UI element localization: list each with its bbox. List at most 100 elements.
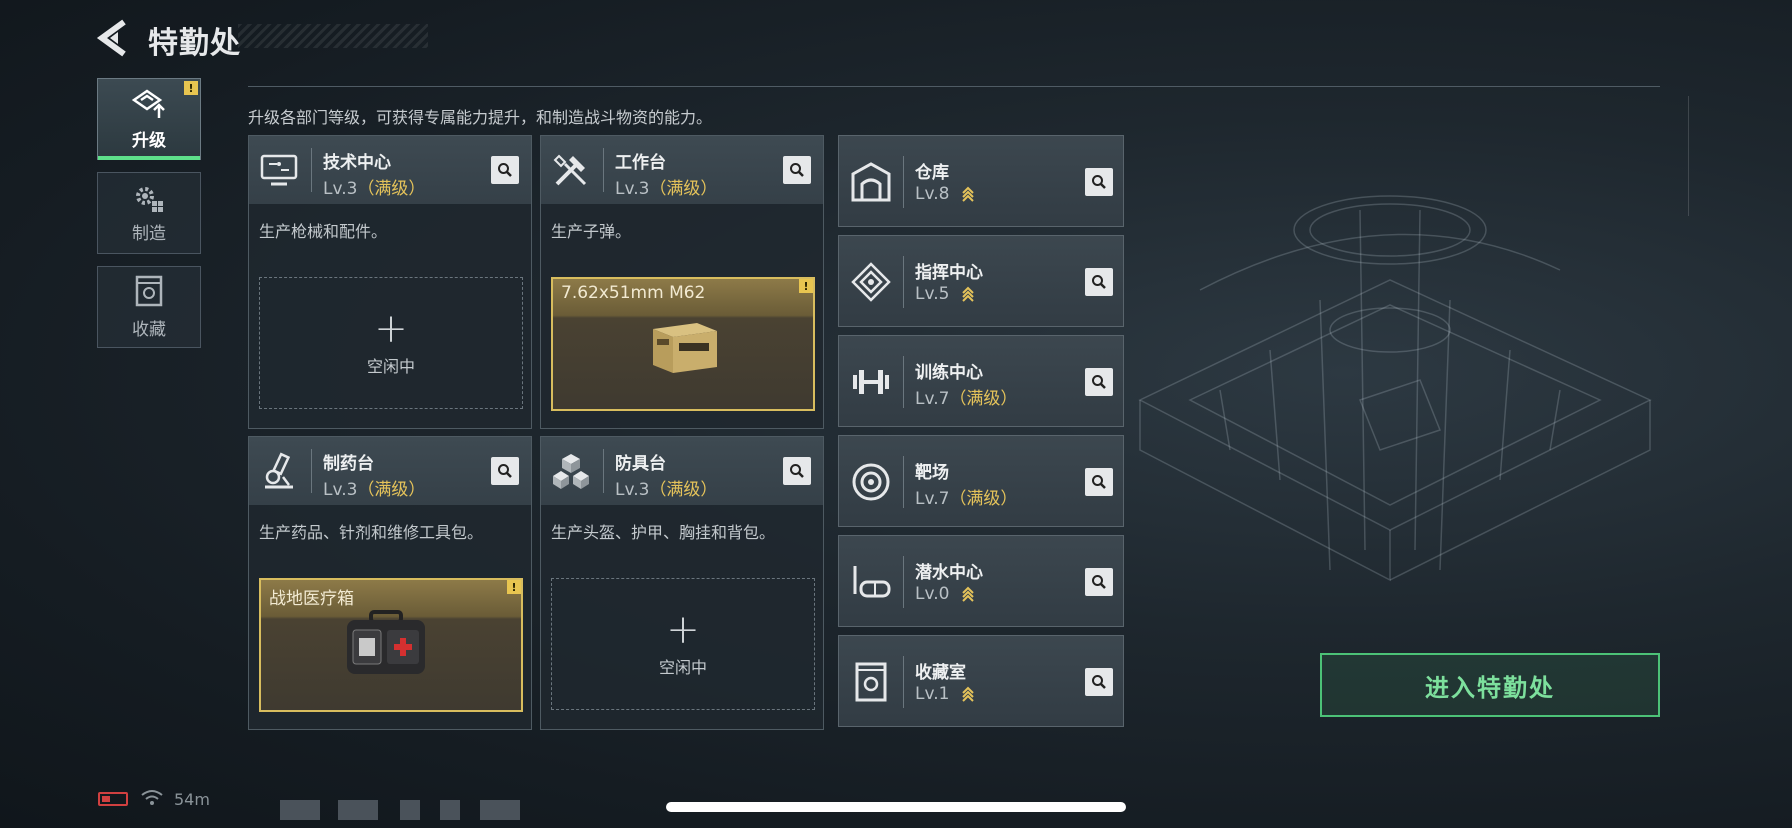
page-description: 升级各部门等级，可获得专属能力提升，和制造战斗物资的能力。 [248,108,713,127]
card-header: 防具台 Lv.3（满级） [541,437,823,505]
upgrade-chevron-icon [962,186,974,202]
divider [248,86,1660,87]
facility-name: 潜水中心 [915,563,983,583]
facility-level: Lv.0 [915,584,975,604]
facility-diving-center[interactable]: 潜水中心 Lv.0 [838,535,1124,627]
facility-level: Lv.7（满级） [915,389,1018,409]
warning-badge: ! [799,279,813,293]
facility-command-center[interactable]: 指挥中心 Lv.5 [838,235,1124,327]
inspect-button[interactable] [1085,668,1113,696]
tab-collection-label: 收藏 [132,319,166,340]
tab-craft-label: 制造 [132,223,166,244]
inspect-button[interactable] [1085,468,1113,496]
inspect-button[interactable] [783,156,811,184]
collection-room-icon [855,662,887,702]
department-card-armor[interactable]: 防具台 Lv.3（满级） 生产头盔、护甲、胸挂和背包。 + 空闲中 [540,436,824,730]
production-slot-ammo[interactable]: 7.62x51mm M62 ! [551,277,815,411]
plus-icon: + [666,607,700,653]
plus-icon: + [374,306,408,352]
facility-collection-room[interactable]: 收藏室 Lv.1 [838,635,1124,727]
facility-level: Lv.1 [915,684,975,704]
department-description: 生产枪械和配件。 [259,222,388,241]
back-button[interactable] [96,18,132,58]
wifi-icon [141,790,163,805]
department-name: 技术中心 [323,153,391,173]
armor-cubes-icon [553,454,589,489]
department-card-tech-center[interactable]: 技术中心 Lv.3（满级） 生产枪械和配件。 + 空闲中 [248,135,532,429]
blurred-item [440,800,460,820]
warehouse-icon [851,162,891,202]
tab-upgrade-label: 升级 [132,130,166,151]
facility-name: 指挥中心 [915,263,983,283]
inspect-button[interactable] [1085,268,1113,296]
card-header: 制药台 Lv.3（满级） [249,437,531,505]
blurred-item [280,800,320,820]
tab-collection[interactable]: 收藏 [97,266,201,348]
blurred-item [338,800,378,820]
facility-level: Lv.7（满级） [915,489,1018,509]
search-icon [498,163,512,177]
department-description: 生产药品、针剂和维修工具包。 [259,523,484,542]
computer-icon [260,154,298,186]
microscope-icon [265,452,293,489]
idle-slot[interactable]: + 空闲中 [551,578,815,710]
upgrade-chevron-icon [962,686,974,702]
facility-name: 训练中心 [915,363,983,383]
title-decoration [238,24,428,48]
tab-upgrade[interactable]: 升级 ! [97,78,201,160]
max-level-tag: （满级） [357,480,426,500]
department-name: 防具台 [615,454,666,474]
home-indicator[interactable] [666,802,1126,812]
inspect-button[interactable] [491,457,519,485]
blurred-item [400,800,420,820]
department-level: Lv.3（满级） [323,179,426,199]
search-icon [1092,375,1106,389]
search-icon [498,464,512,478]
page-title: 特勤处 [148,26,241,61]
idle-slot[interactable]: + 空闲中 [259,277,523,409]
card-header: 工作台 Lv.3（满级） [541,136,823,204]
inspect-button[interactable] [1085,568,1113,596]
facility-shooting-range[interactable]: 靶场 Lv.7（满级） [838,435,1124,527]
tools-icon [553,154,587,186]
command-icon [851,262,891,302]
product-name: 7.62x51mm M62 [561,283,706,303]
department-card-pharmacy[interactable]: 制药台 Lv.3（满级） 生产药品、针剂和维修工具包。 战地医疗箱 ! [248,436,532,730]
department-level: Lv.3（满级） [615,480,718,500]
max-level-tag: （满级） [949,389,1018,409]
back-arrow-icon [96,19,126,57]
ping-indicator: 54m [174,790,210,809]
facility-name: 收藏室 [915,663,966,683]
facility-warehouse[interactable]: 仓库 Lv.8 [838,135,1124,227]
inspect-button[interactable] [1085,368,1113,396]
facility-training-center[interactable]: 训练中心 Lv.7（满级） [838,335,1124,427]
medkit-icon [347,610,425,674]
battery-icon [98,792,128,806]
warning-badge: ! [507,580,521,594]
facility-name: 仓库 [915,163,949,183]
gears-icon [136,186,163,212]
department-level: Lv.3（满级） [615,179,718,199]
idle-status: 空闲中 [366,357,415,376]
production-slot-medkit[interactable]: 战地医疗箱 ! [259,578,523,712]
facility-level: Lv.8 [915,184,975,204]
upgrade-chevron-icon [962,586,974,602]
product-name: 战地医疗箱 [269,589,354,609]
dumbbell-icon [853,370,889,394]
inspect-button[interactable] [491,156,519,184]
inspect-button[interactable] [1085,168,1113,196]
search-icon [1092,475,1106,489]
enter-headquarters-button[interactable]: 进入特勤处 [1320,653,1660,717]
inspect-button[interactable] [783,457,811,485]
max-level-tag: （满级） [649,179,718,199]
tab-craft[interactable]: 制造 [97,172,201,254]
department-card-workbench[interactable]: 工作台 Lv.3（满级） 生产子弹。 7.62x51mm M62 ! [540,135,824,429]
department-description: 生产头盔、护甲、胸挂和背包。 [551,523,776,542]
department-name: 工作台 [615,153,666,173]
warning-badge: ! [184,81,198,95]
search-icon [1092,175,1106,189]
facility-name: 靶场 [915,463,949,483]
search-icon [1092,275,1106,289]
max-level-tag: （满级） [949,489,1018,509]
decorative-tick-line [1688,96,1689,216]
